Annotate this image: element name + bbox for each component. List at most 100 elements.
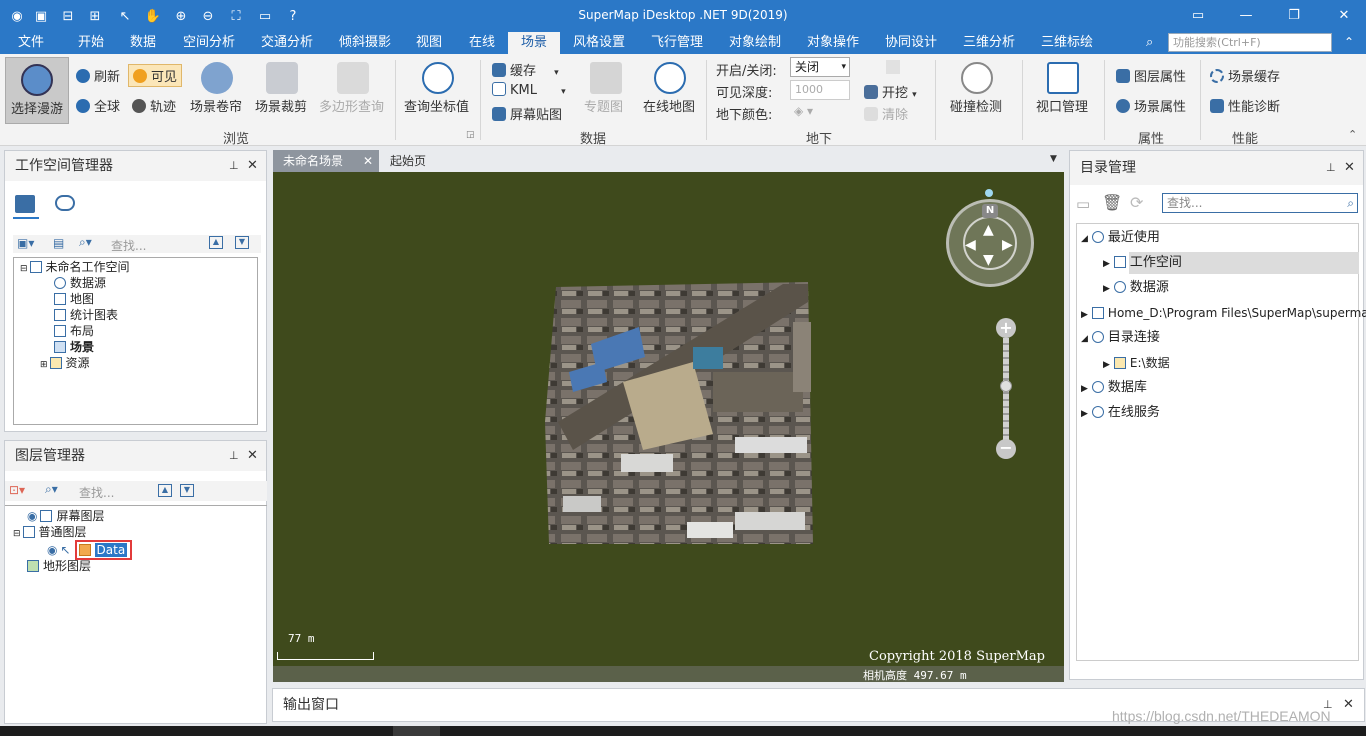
- minimize-button[interactable]: —: [1236, 6, 1256, 26]
- close-panel-icon[interactable]: ✕: [247, 441, 258, 471]
- restore-ribbon-icon[interactable]: ▭: [1188, 6, 1208, 26]
- collision-button[interactable]: 碰撞检测: [946, 58, 1008, 124]
- layer-terrain[interactable]: 地形图层: [27, 558, 91, 574]
- scene-viewport[interactable]: N ▲ ▼ ◀ ▶ + − 77 m Copyright 2018 SuperM…: [273, 172, 1064, 682]
- cloud-icon[interactable]: [55, 195, 75, 211]
- tab-data[interactable]: 数据: [124, 32, 162, 54]
- color-bucket-icon[interactable]: ◈ ▾: [794, 104, 813, 118]
- select-roam-button[interactable]: 选择漫游: [5, 57, 69, 124]
- taskbar-active-item[interactable]: [393, 726, 440, 736]
- close-panel-icon[interactable]: ✕: [247, 151, 258, 181]
- global-button[interactable]: 全球: [76, 96, 120, 115]
- tabs-dropdown-icon[interactable]: ▼: [1050, 154, 1057, 164]
- scene-props-button[interactable]: 场景属性: [1116, 96, 1186, 115]
- close-panel-icon[interactable]: ✕: [1344, 151, 1355, 185]
- catalog-database[interactable]: ▶ 数据库: [1081, 380, 1147, 396]
- scene-cache-button[interactable]: 场景缓存: [1210, 66, 1280, 85]
- delete-icon[interactable]: 🗑: [1102, 193, 1122, 212]
- tree-item-resource[interactable]: ⊞ 资源: [40, 355, 90, 371]
- workspace-root[interactable]: ⊟ 未命名工作空间: [20, 259, 130, 275]
- dialog-launcher-icon[interactable]: ◲: [466, 130, 475, 140]
- tab-start-page[interactable]: 起始页: [380, 150, 436, 172]
- move-up-icon[interactable]: ▲: [209, 236, 223, 249]
- viewport-button[interactable]: 视口管理: [1032, 58, 1094, 124]
- new-folder-icon[interactable]: ▭: [1076, 195, 1090, 213]
- move-down-icon[interactable]: ▼: [235, 236, 249, 249]
- compass-control[interactable]: N ▲ ▼ ◀ ▶: [946, 199, 1034, 287]
- online-map-button[interactable]: 在线地图: [641, 58, 699, 124]
- eye-icon[interactable]: ◉: [27, 509, 37, 523]
- add-layer-icon[interactable]: ⊡▾: [9, 483, 25, 497]
- function-search-input[interactable]: 功能搜索(Ctrl+F): [1168, 33, 1332, 52]
- tab-oblique[interactable]: 倾斜摄影: [333, 32, 397, 54]
- tab-3d-analysis[interactable]: 三维分析: [957, 32, 1021, 54]
- layer-data[interactable]: ◉ ↖ Data: [47, 540, 133, 560]
- pin-icon[interactable]: ⊥: [229, 441, 239, 471]
- tab-view[interactable]: 视图: [410, 32, 448, 54]
- zoom-slider-thumb[interactable]: [1000, 380, 1012, 392]
- search-icon[interactable]: ⌕▾: [45, 482, 58, 497]
- catalog-e-data[interactable]: ▶ E:\数据: [1103, 355, 1170, 371]
- onoff-select[interactable]: 关闭 ▾: [790, 57, 850, 77]
- tab-collab[interactable]: 协同设计: [879, 32, 943, 54]
- clear-button[interactable]: 清除: [864, 104, 908, 123]
- thematic-button[interactable]: 专题图: [582, 58, 630, 124]
- tab-untitled-scene[interactable]: 未命名场景 ✕: [273, 150, 379, 172]
- tab-3d-plot[interactable]: 三维标绘: [1035, 32, 1099, 54]
- tree-item-scene[interactable]: 场景: [54, 339, 94, 355]
- refresh-icon[interactable]: ⟳: [1130, 193, 1143, 212]
- maximize-button[interactable]: ❐: [1284, 6, 1304, 26]
- excavate-button[interactable]: 开挖 ▾: [864, 82, 917, 101]
- tab-flight[interactable]: 飞行管理: [645, 32, 709, 54]
- close-panel-icon[interactable]: ✕: [1343, 689, 1354, 721]
- query-coord-button[interactable]: 查询坐标值: [404, 58, 472, 124]
- zoom-in-button[interactable]: +: [996, 318, 1016, 338]
- arrow-up-icon[interactable]: ▲: [983, 222, 994, 238]
- kml-button[interactable]: KML ▾: [492, 82, 566, 98]
- tab-object-ops[interactable]: 对象操作: [801, 32, 865, 54]
- close-button[interactable]: ✕: [1334, 6, 1354, 26]
- workspace-search-input[interactable]: 查找...: [111, 237, 146, 254]
- screen-paste-button[interactable]: 屏幕贴图: [492, 104, 562, 123]
- depth-input[interactable]: 1000: [790, 80, 850, 100]
- catalog-home[interactable]: ▶ Home_D:\Program Files\SuperMap\superma.…: [1081, 305, 1366, 321]
- tab-draw[interactable]: 对象绘制: [723, 32, 787, 54]
- tab-online[interactable]: 在线: [463, 32, 501, 54]
- tree-item-datasource[interactable]: 数据源: [54, 275, 106, 291]
- catalog-workspace[interactable]: ▶ 工作空间: [1103, 255, 1182, 271]
- polygon-query-button[interactable]: 多边形查询: [319, 58, 387, 124]
- zoom-slider-track[interactable]: [1003, 338, 1009, 446]
- arrow-right-icon[interactable]: ▶: [1002, 237, 1013, 253]
- catalog-connections[interactable]: ◢ 目录连接: [1081, 330, 1160, 346]
- catalog-search-input[interactable]: 查找... ⌕: [1162, 193, 1358, 213]
- tab-start[interactable]: 开始: [72, 32, 110, 54]
- tab-traffic-analysis[interactable]: 交通分析: [255, 32, 319, 54]
- eye-icon[interactable]: ◉: [47, 543, 57, 557]
- doc-icon[interactable]: ▤: [53, 236, 64, 250]
- arrow-left-icon[interactable]: ◀: [965, 237, 976, 253]
- pin-icon[interactable]: ⊥: [229, 151, 239, 181]
- pin-icon[interactable]: ⊥: [1326, 151, 1336, 185]
- scene-curtain-button[interactable]: 场景卷帘: [190, 58, 244, 124]
- catalog-recent[interactable]: ◢ 最近使用: [1081, 230, 1160, 246]
- tree-item-chart[interactable]: 统计图表: [54, 307, 118, 323]
- zoom-out-button[interactable]: −: [996, 439, 1016, 459]
- tree-item-layout[interactable]: 布局: [54, 323, 94, 339]
- layer-normal[interactable]: ⊟ 普通图层: [13, 524, 87, 540]
- refresh-button[interactable]: 刷新: [76, 66, 120, 85]
- tree-item-map[interactable]: 地图: [54, 291, 94, 307]
- visible-toggle[interactable]: 可见: [128, 64, 183, 87]
- perf-diag-button[interactable]: 性能诊断: [1210, 96, 1280, 115]
- catalog-online-service[interactable]: ▶ 在线服务: [1081, 405, 1160, 421]
- move-up-icon[interactable]: ▲: [158, 484, 172, 497]
- collapse-ribbon-icon[interactable]: ⌃: [1348, 128, 1357, 141]
- search-icon[interactable]: ⌕▾: [79, 235, 92, 250]
- tab-style[interactable]: 风格设置: [567, 32, 631, 54]
- search-icon[interactable]: ⌕: [1347, 194, 1354, 212]
- track-button[interactable]: 轨迹: [132, 96, 176, 115]
- north-indicator[interactable]: N: [982, 204, 998, 218]
- scene-clip-button[interactable]: 场景裁剪: [255, 58, 309, 124]
- close-tab-icon[interactable]: ✕: [363, 150, 373, 172]
- layer-search-input[interactable]: 查找...: [79, 484, 114, 501]
- open-workspace-icon[interactable]: ▣▾: [17, 236, 34, 250]
